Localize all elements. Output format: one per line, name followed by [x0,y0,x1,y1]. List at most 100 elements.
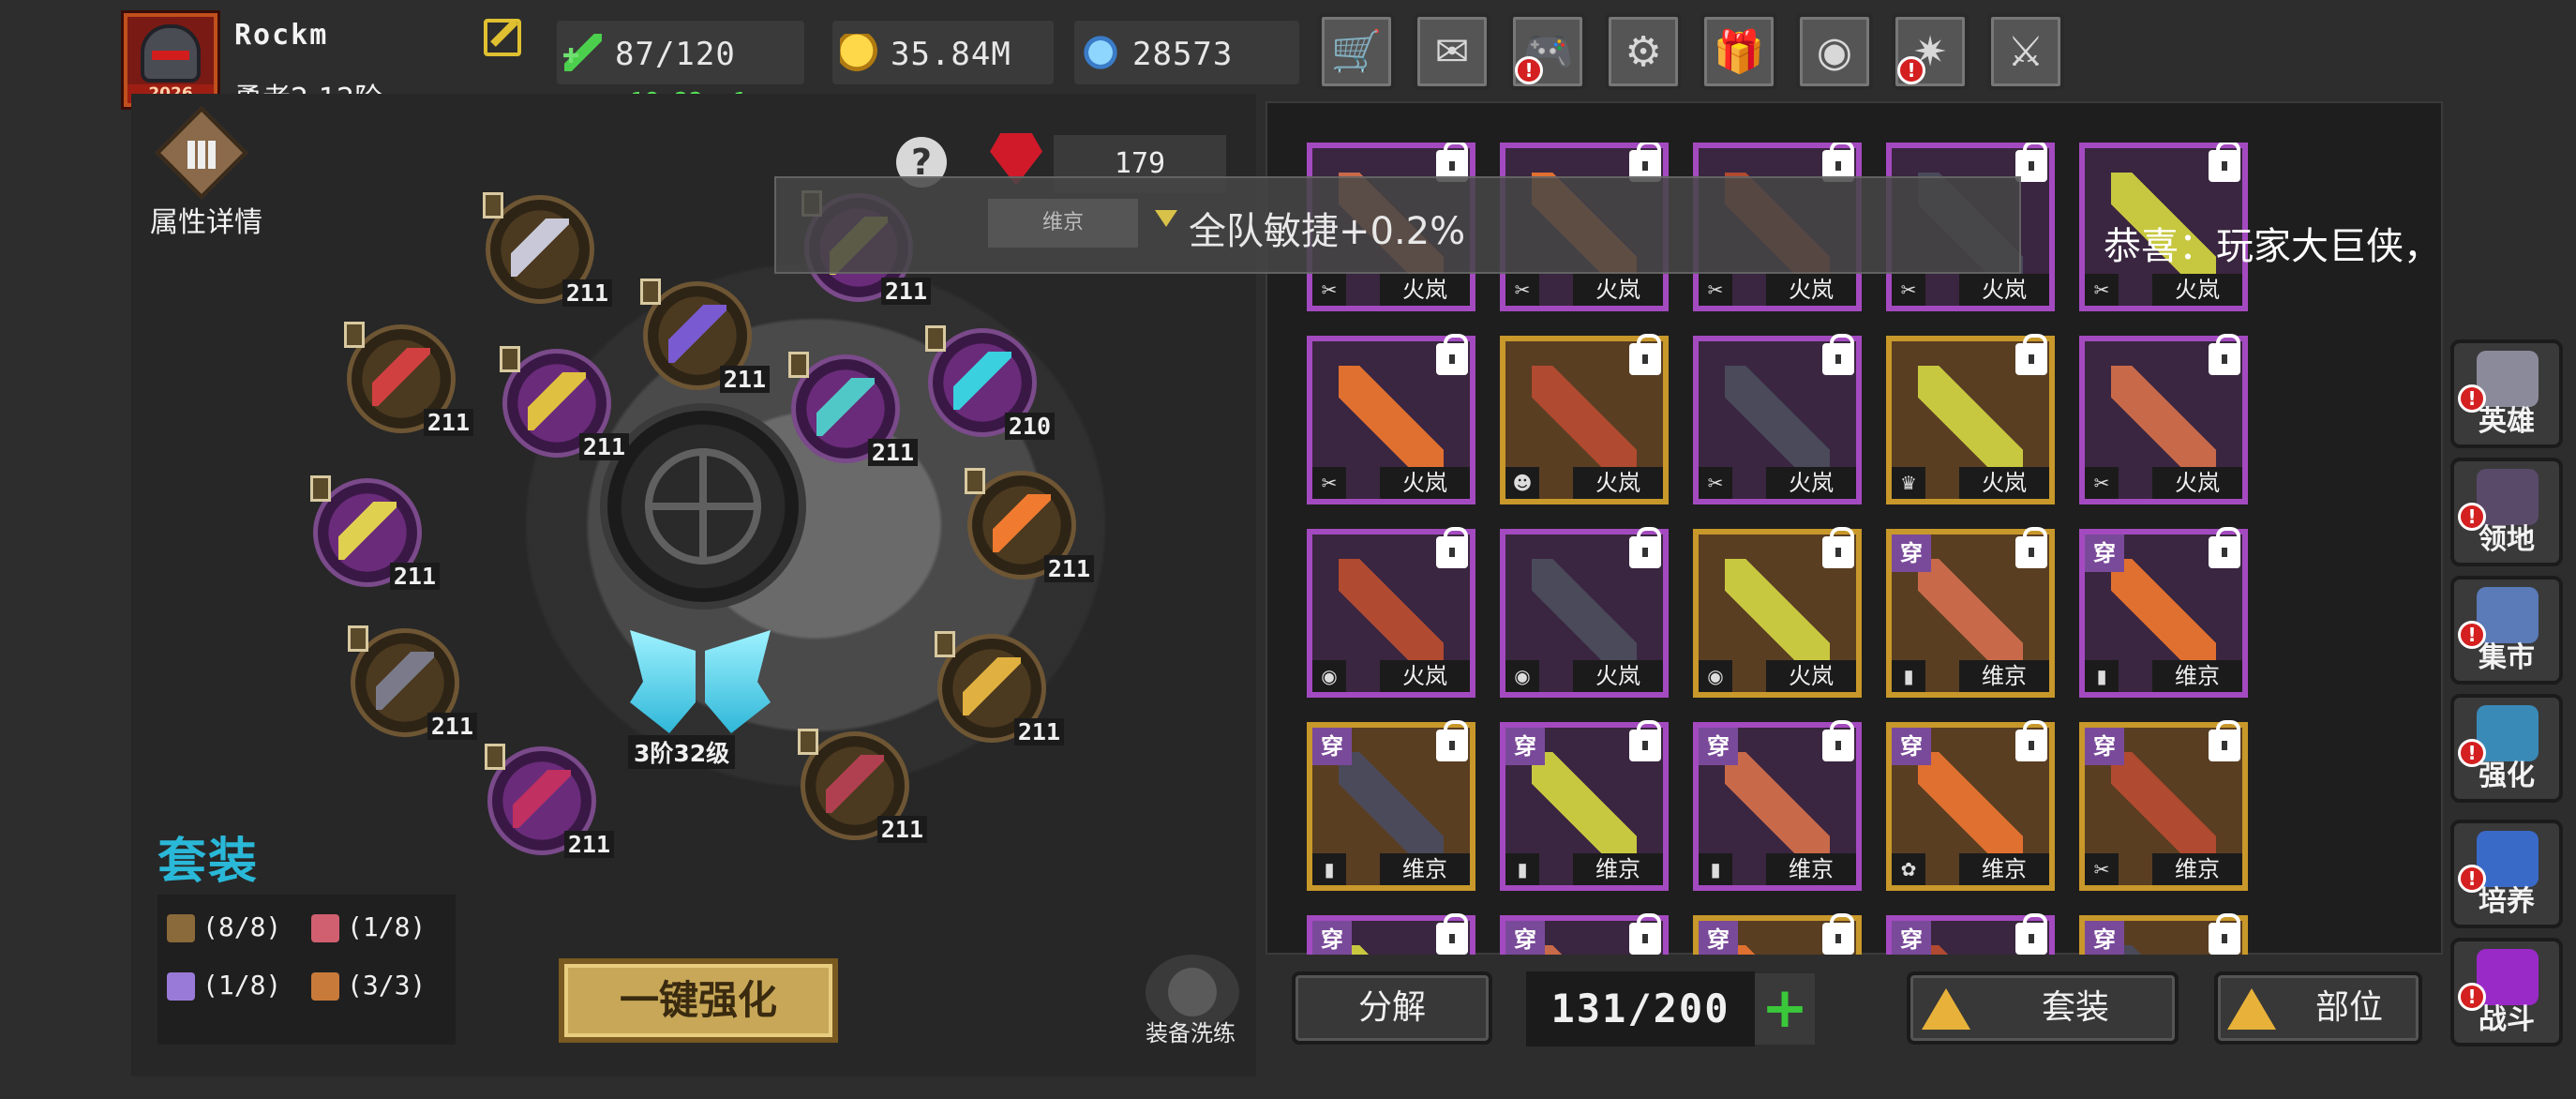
lock-icon[interactable] [2209,527,2240,568]
equipment-slot[interactable]: 211 [640,279,770,393]
inventory-item[interactable]: ✂ 火岚 [2079,334,2248,504]
nav-enhance-crystal[interactable]: ! 强化 [2450,694,2563,803]
inventory-item[interactable]: 穿 ▮ 维京 [1307,720,1475,891]
expand-inventory-button[interactable]: + [1755,973,1815,1045]
set-type-icon: ◉ [1312,660,1346,692]
lock-icon[interactable] [1822,720,1854,761]
nav-market[interactable]: ! 集市 [2450,576,2563,685]
item-art-icon [2111,366,2216,471]
inventory-item[interactable]: 穿 ▮ 维京 [1500,720,1669,891]
slot-filter-button[interactable]: 部位 [2214,971,2422,1045]
equipment-slot[interactable]: 211 [935,631,1064,745]
lock-icon[interactable] [2209,913,2240,955]
equipment-slot[interactable]: 211 [500,346,629,460]
equipment-slot[interactable]: 210 [925,325,1055,440]
equipment-refine-label[interactable]: 装备洗练 [1146,1015,1236,1047]
inventory-item[interactable]: ◉ 火岚 [1500,527,1669,698]
equipment-slot[interactable]: 211 [965,468,1094,582]
wings-slot[interactable] [630,621,771,752]
set-bonus-title[interactable]: 套装 [157,821,259,892]
item-set-tag: 火岚 [1573,660,1663,692]
inventory-item[interactable]: 穿 [1693,913,1862,955]
inventory-item[interactable]: ◉ 火岚 [1693,527,1862,698]
equipment-slot[interactable]: 211 [310,475,440,590]
item-set-tag: 火岚 [1380,467,1470,499]
inventory-item[interactable]: 穿 ▮ 维京 [1886,527,2055,698]
inventory-item[interactable]: 穿 [1886,913,2055,955]
item-set-tag: 火岚 [1573,274,1663,306]
fireworks-button[interactable]: ✷! [1892,13,1969,90]
inventory-item[interactable]: 穿 ✂ 维京 [2079,720,2248,891]
set-type-icon: ▮ [1505,853,1539,885]
lock-icon[interactable] [2015,913,2047,955]
item-art-icon [2111,559,2216,664]
inventory-item[interactable]: 穿 ✿ 维京 [1886,720,2055,891]
equipment-slot[interactable]: 211 [798,729,927,843]
lock-icon[interactable] [1822,913,1854,955]
mail-button[interactable]: ✉ [1414,13,1490,90]
energy-counter[interactable]: 87/120 [557,21,804,84]
inventory-item[interactable]: ◉ 火岚 [1307,527,1475,698]
item-set-tag: 火岚 [1573,467,1663,499]
inventory-item[interactable]: 穿 [1307,913,1475,955]
gem-counter[interactable]: 28573 [1074,21,1299,84]
inventory-item[interactable]: ☻ 火岚 [1500,334,1669,504]
equipment-slot[interactable]: 211 [344,322,473,436]
stats-detail-button[interactable] [150,106,253,204]
set-type-icon: ✂ [1892,274,1925,306]
inventory-item[interactable]: ✂ 火岚 [1693,334,1862,504]
lock-icon[interactable] [1629,527,1661,568]
equipment-slot[interactable]: 211 [348,625,477,740]
salvage-button[interactable]: 分解 [1292,971,1492,1045]
stats-detail-label[interactable]: 属性详情 [150,199,262,240]
lock-icon[interactable] [1629,720,1661,761]
lock-icon[interactable] [1436,720,1468,761]
lock-icon[interactable] [2209,143,2240,182]
one-click-enhance-button[interactable]: 一键强化 [559,958,838,1043]
set-filter-button[interactable]: 套装 [1907,971,2179,1045]
nav-chalice[interactable]: ! 培养 [2450,820,2563,928]
lock-icon[interactable] [1436,913,1468,955]
inventory-item[interactable]: 穿 [2079,913,2248,955]
nav-label: 培养 [2479,885,2535,918]
slot-level: 211 [1043,555,1094,582]
lottery-button[interactable]: ◉ [1796,13,1873,90]
gold-counter[interactable]: 35.84M [832,21,1054,84]
settings-button[interactable]: ⚙ [1605,13,1682,90]
set-type-icon: ✂ [1312,467,1346,499]
edit-name-icon[interactable] [484,19,521,56]
player-avatar[interactable]: 2026 [124,13,217,107]
lock-icon[interactable] [1822,334,1854,375]
set-type-icon: ▮ [1312,853,1346,885]
lock-icon[interactable] [2015,527,2047,568]
set-type-icon: ◉ [1505,660,1539,692]
inventory-item[interactable]: ✂ 火岚 [1307,334,1475,504]
lock-icon[interactable] [2209,720,2240,761]
lock-icon[interactable] [1629,334,1661,375]
lock-icon[interactable] [2209,334,2240,375]
bar-chart-icon [187,141,216,169]
equipment-slot[interactable]: 211 [483,192,612,307]
nav-castle[interactable]: ! 领地 [2450,458,2563,566]
rune-icon [645,448,761,565]
inventory-item[interactable]: 穿 [1500,913,1669,955]
lock-icon[interactable] [1436,527,1468,568]
shop-button[interactable]: 🛒 [1318,13,1395,90]
nav-hero-helmet[interactable]: ! 英雄 [2450,339,2563,448]
equipped-badge: 穿 [1312,728,1352,765]
lock-icon[interactable] [1436,334,1468,375]
inventory-item[interactable]: ♛ 火岚 [1886,334,2055,504]
lock-icon[interactable] [2015,720,2047,761]
equipment-slot[interactable]: 211 [485,744,614,858]
lock-icon[interactable] [1629,913,1661,955]
equipment-slot[interactable]: 211 [788,352,918,466]
inventory-item[interactable]: 穿 ▮ 维京 [1693,720,1862,891]
gift-button[interactable]: 🎁 [1700,13,1777,90]
inventory-item[interactable]: 穿 ▮ 维京 [2079,527,2248,698]
gamepad-button[interactable]: 🎮! [1509,13,1586,90]
lock-icon[interactable] [2015,334,2047,375]
lock-icon[interactable] [1822,527,1854,568]
nav-portal[interactable]: ! 战斗 [2450,938,2563,1046]
battle-button[interactable]: ⚔ [1987,13,2064,90]
gift-icon: 🎁 [1713,28,1765,76]
